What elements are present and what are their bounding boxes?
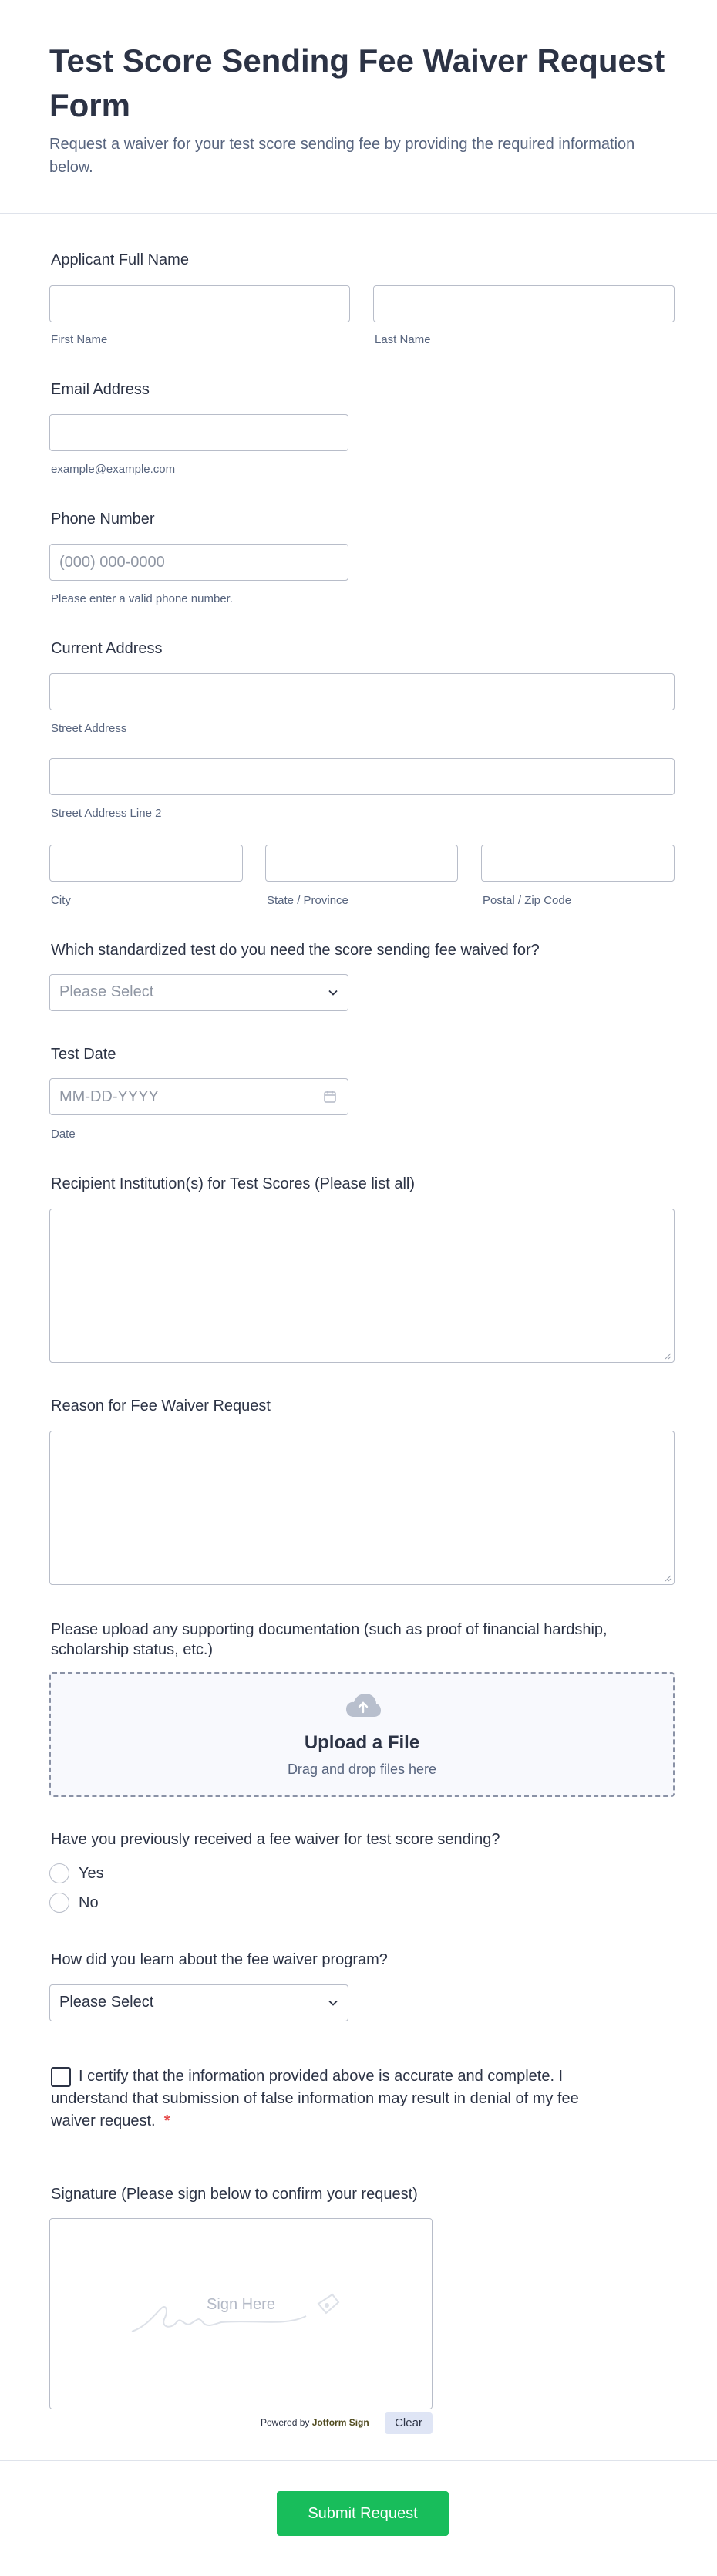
radio-option-no[interactable]: No — [49, 1891, 99, 1914]
reason-label: Reason for Fee Waiver Request — [51, 1398, 271, 1414]
radio-button[interactable] — [49, 1863, 69, 1883]
powered-prefix: Powered by — [261, 2417, 310, 2428]
radio-button[interactable] — [49, 1893, 69, 1913]
resize-handle-icon[interactable] — [665, 1353, 672, 1360]
phone-placeholder: (000) 000-0000 — [59, 554, 165, 571]
form-header: Test Score Sending Fee Waiver Request Fo… — [49, 39, 666, 179]
phone-input[interactable]: (000) 000-0000 — [49, 544, 348, 581]
city-input[interactable] — [49, 845, 243, 882]
test-type-label: Which standardized test do you need the … — [51, 942, 540, 959]
recipients-textarea[interactable] — [49, 1209, 675, 1363]
full-name-label: Applicant Full Name — [51, 251, 189, 268]
reason-textarea[interactable] — [49, 1431, 675, 1585]
learn-source-label: How did you learn about the fee waiver p… — [51, 1951, 388, 1968]
header-divider — [0, 213, 717, 214]
upload-title: Upload a File — [304, 1732, 420, 1753]
email-sublabel: example@example.com — [51, 463, 176, 476]
state-input[interactable] — [265, 845, 458, 882]
phone-label: Phone Number — [51, 511, 155, 528]
phone-sublabel: Please enter a valid phone number. — [51, 592, 233, 605]
signature-label: Signature (Please sign below to confirm … — [51, 2186, 418, 2203]
upload-label: Please upload any supporting documentati… — [51, 1621, 608, 1658]
test-date-sublabel: Date — [51, 1128, 76, 1141]
last-name-input[interactable] — [373, 285, 675, 322]
last-name-sublabel: Last Name — [375, 333, 431, 346]
form-subtitle: Request a waiver for your test score sen… — [49, 136, 635, 176]
state-sublabel: State / Province — [267, 894, 348, 907]
test-type-select[interactable]: Please Select — [49, 974, 348, 1011]
clear-signature-button[interactable]: Clear — [385, 2412, 433, 2434]
postal-code-sublabel: Postal / Zip Code — [483, 894, 572, 907]
first-name-input[interactable] — [49, 285, 350, 322]
city-sublabel: City — [51, 894, 71, 907]
consent-text: I certify that the information provided … — [51, 2065, 606, 2133]
submit-button[interactable]: Submit Request — [277, 2491, 449, 2536]
first-name-sublabel: First Name — [51, 333, 108, 346]
upload-subtitle: Drag and drop files here — [287, 1762, 437, 1777]
form-title: Test Score Sending Fee Waiver Request Fo… — [49, 42, 665, 123]
email-input[interactable] — [49, 414, 348, 451]
signature-placeholder: Sign Here — [207, 2296, 275, 2313]
street-address-line2-input[interactable] — [49, 758, 675, 795]
required-asterisk: * — [163, 2112, 170, 2129]
previous-waiver-label: Have you previously received a fee waive… — [51, 1831, 500, 1848]
radio-option-yes[interactable]: Yes — [49, 1862, 104, 1885]
radio-label-no: No — [79, 1893, 99, 1911]
postal-code-input[interactable] — [481, 845, 675, 882]
chevron-down-icon — [328, 2000, 338, 2006]
footer-divider — [0, 2460, 717, 2461]
learn-source-select[interactable]: Please Select — [49, 1984, 348, 2021]
street-address-sublabel: Street Address — [51, 722, 127, 735]
signature-pad[interactable]: Sign Here — [49, 2218, 433, 2409]
address-label: Current Address — [51, 640, 163, 657]
test-date-label: Test Date — [51, 1046, 116, 1063]
radio-label-yes: Yes — [79, 1864, 104, 1882]
cloud-upload-icon — [346, 1694, 381, 1717]
street-address-input[interactable] — [49, 673, 675, 710]
powered-brand: Jotform Sign — [311, 2417, 369, 2428]
test-type-selected: Please Select — [59, 983, 154, 1000]
powered-by-text: Powered by Jotform Sign — [261, 2417, 369, 2428]
email-label: Email Address — [51, 381, 150, 398]
test-date-input[interactable]: MM-DD-YYYY — [49, 1078, 348, 1115]
chevron-down-icon — [328, 990, 338, 996]
street-address-line2-sublabel: Street Address Line 2 — [51, 807, 162, 820]
learn-source-selected: Please Select — [59, 1994, 154, 2011]
calendar-icon[interactable] — [323, 1090, 337, 1104]
consent-statement: I certify that the information provided … — [51, 2068, 579, 2129]
test-date-placeholder: MM-DD-YYYY — [59, 1088, 159, 1105]
recipients-label: Recipient Institution(s) for Test Scores… — [51, 1175, 416, 1192]
file-upload-dropzone[interactable]: Upload a File Drag and drop files here — [49, 1672, 675, 1797]
resize-handle-icon[interactable] — [665, 1575, 672, 1582]
